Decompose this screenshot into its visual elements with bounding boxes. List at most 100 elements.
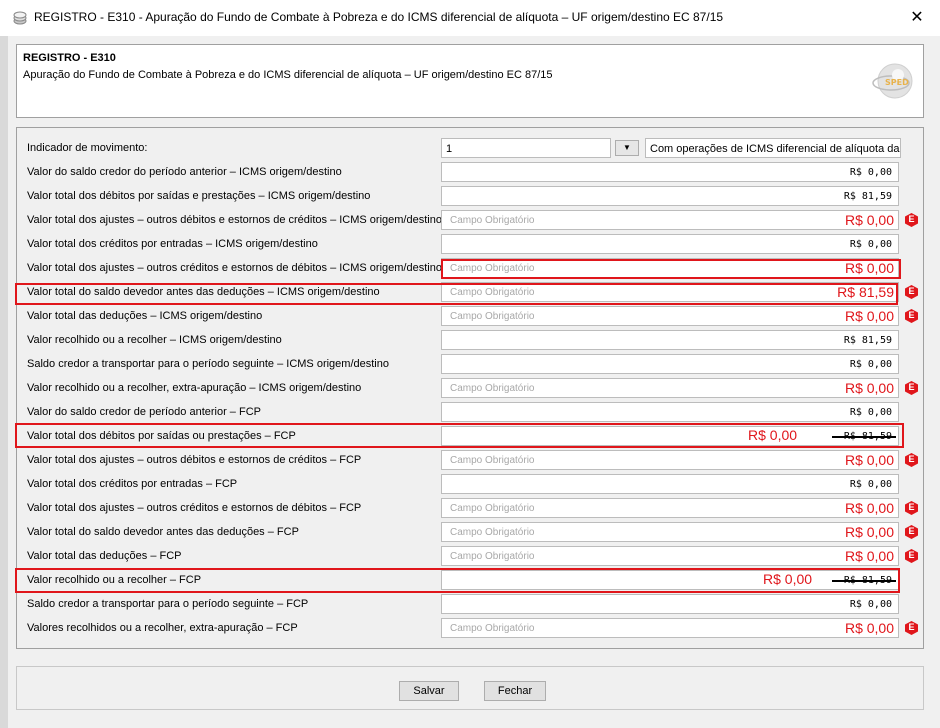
value-input[interactable]: R$ 81,59 (441, 186, 899, 206)
field-label: Valor total dos créditos por entradas – … (27, 238, 318, 250)
error-icon-glyph: E (908, 454, 915, 464)
field-row: Valor total dos créditos por entradas – … (17, 232, 923, 256)
value-input[interactable]: Campo Obrigatório R$ 0,00 (441, 450, 899, 470)
error-icon-glyph: E (908, 310, 915, 320)
value-input[interactable]: R$ 0,00 (441, 594, 899, 614)
close-button[interactable]: Fechar (484, 681, 546, 701)
value-input[interactable]: R$ 0,00 (441, 402, 899, 422)
error-icon: E (905, 621, 918, 635)
background-app-strip (0, 36, 8, 728)
indicador-row: Indicador de movimento: 1 ▼ Com operaçõe… (17, 136, 923, 160)
value-input[interactable]: R$ 0,00 (441, 162, 899, 182)
footer-bar: Salvar Fechar (16, 666, 924, 710)
svg-text:SPED: SPED (885, 78, 909, 87)
value-input[interactable]: R$ 81,59 (441, 330, 899, 350)
error-icon: E (905, 309, 918, 323)
value-input[interactable]: R$ 0,00 (441, 234, 899, 254)
field-placeholder: Campo Obrigatório (450, 455, 535, 466)
indicador-label: Indicador de movimento: (27, 142, 148, 154)
field-row: Valor total das deduções – FCP Campo Obri… (17, 544, 923, 568)
register-code: REGISTRO - E310 (23, 52, 116, 64)
field-value: R$ 81,59 (843, 335, 892, 346)
field-row: Valor total das deduções – ICMS origem/d… (17, 304, 923, 328)
indicador-value: 1 (446, 143, 453, 155)
indicador-input[interactable]: 1 (441, 138, 611, 158)
field-placeholder: Campo Obrigatório (450, 551, 535, 562)
field-label: Valor total dos ajustes – outros crédito… (27, 262, 442, 274)
annotated-value: R$ 0,00 (844, 620, 894, 636)
highlight-box (15, 568, 900, 593)
field-placeholder: Campo Obrigatório (450, 383, 535, 394)
value-input[interactable]: Campo Obrigatório R$ 0,00 (441, 306, 899, 326)
field-value: R$ 0,00 (849, 599, 892, 610)
annotated-value: R$ 0,00 (844, 452, 894, 468)
register-header: REGISTRO - E310 Apuração do Fundo de Com… (16, 44, 924, 118)
dropdown-button[interactable]: ▼ (615, 140, 639, 156)
field-value: R$ 0,00 (849, 407, 892, 418)
error-icon: E (905, 549, 918, 563)
field-label: Valor recolhido ou a recolher, extra-apu… (27, 382, 362, 394)
field-label: Valor total dos créditos por entradas – … (27, 478, 238, 490)
highlight-box (441, 259, 901, 279)
indicador-description-text: Com operações de ICMS diferencial de alí… (650, 143, 901, 155)
field-row: Valor recolhido ou a recolher, extra-apu… (17, 376, 923, 400)
field-label: Valor do saldo credor do período anterio… (27, 166, 342, 178)
field-row: Valor do saldo credor do período anterio… (17, 160, 923, 184)
window-title: REGISTRO - E310 - Apuração do Fundo de C… (34, 10, 724, 24)
error-icon-glyph: E (908, 622, 915, 632)
field-placeholder: Campo Obrigatório (450, 311, 535, 322)
error-icon: E (905, 525, 918, 539)
register-description: Apuração do Fundo de Combate à Pobreza e… (23, 69, 553, 81)
field-row: Saldo credor a transportar para o períod… (17, 352, 923, 376)
field-row: Valor do saldo credor de período anterio… (17, 400, 923, 424)
field-row: Valor total dos ajustes – outros crédito… (17, 496, 923, 520)
error-icon: E (905, 501, 918, 515)
field-row: Valor total dos débitos por saídas e pre… (17, 184, 923, 208)
annotated-value: R$ 0,00 (844, 212, 894, 228)
dialog-window: REGISTRO - E310 - Apuração do Fundo de C… (0, 0, 940, 728)
value-input[interactable]: Campo Obrigatório R$ 0,00 (441, 498, 899, 518)
title-bar: REGISTRO - E310 - Apuração do Fundo de C… (0, 0, 940, 36)
field-label: Valor recolhido ou a recolher – ICMS ori… (27, 334, 282, 346)
field-value: R$ 81,59 (843, 191, 892, 202)
annotated-value: R$ 0,00 (844, 524, 894, 540)
fields-panel: Indicador de movimento: 1 ▼ Com operaçõe… (15, 127, 924, 649)
field-label: Valores recolhidos ou a recolher, extra-… (27, 622, 298, 634)
indicador-description: Com operações de ICMS diferencial de alí… (645, 138, 901, 158)
value-input[interactable]: Campo Obrigatório R$ 0,00 (441, 546, 899, 566)
error-icon: E (905, 453, 918, 467)
error-icon: E (905, 213, 918, 227)
error-icon-glyph: E (908, 526, 915, 536)
error-icon-glyph: E (908, 286, 915, 296)
value-input[interactable]: R$ 0,00 (441, 354, 899, 374)
save-button[interactable]: Salvar (399, 681, 459, 701)
sped-logo-icon: SPED (872, 63, 913, 99)
field-value: R$ 0,00 (849, 479, 892, 490)
field-label: Valor total dos ajustes – outros débitos… (27, 214, 442, 226)
highlight-box (15, 283, 898, 305)
error-icon: E (905, 285, 918, 299)
value-input[interactable]: Campo Obrigatório R$ 0,00 (441, 522, 899, 542)
field-value: R$ 0,00 (849, 239, 892, 250)
field-placeholder: Campo Obrigatório (450, 623, 535, 634)
error-icon-glyph: E (908, 550, 915, 560)
field-placeholder: Campo Obrigatório (450, 503, 535, 514)
value-input[interactable]: Campo Obrigatório R$ 0,00 (441, 210, 899, 230)
error-icon-glyph: E (908, 382, 915, 392)
close-icon[interactable]: ✕ (894, 0, 940, 36)
field-label: Saldo credor a transportar para o períod… (27, 598, 309, 610)
value-input[interactable]: Campo Obrigatório R$ 0,00 (441, 618, 899, 638)
value-input[interactable]: R$ 0,00 (441, 474, 899, 494)
error-icon-glyph: E (908, 502, 915, 512)
field-label: Valor total do saldo devedor antes das d… (27, 526, 299, 538)
field-label: Saldo credor a transportar para o períod… (27, 358, 389, 370)
field-row: Valores recolhidos ou a recolher, extra-… (17, 616, 923, 640)
field-row: Valor total do saldo devedor antes das d… (17, 520, 923, 544)
annotated-value: R$ 0,00 (844, 380, 894, 396)
error-icon-glyph: E (908, 214, 915, 224)
field-label: Valor total das deduções – FCP (27, 550, 182, 562)
value-input[interactable]: Campo Obrigatório R$ 0,00 (441, 378, 899, 398)
field-label: Valor total dos ajustes – outros débitos… (27, 454, 362, 466)
field-label: Valor total dos ajustes – outros crédito… (27, 502, 362, 514)
error-icon: E (905, 381, 918, 395)
